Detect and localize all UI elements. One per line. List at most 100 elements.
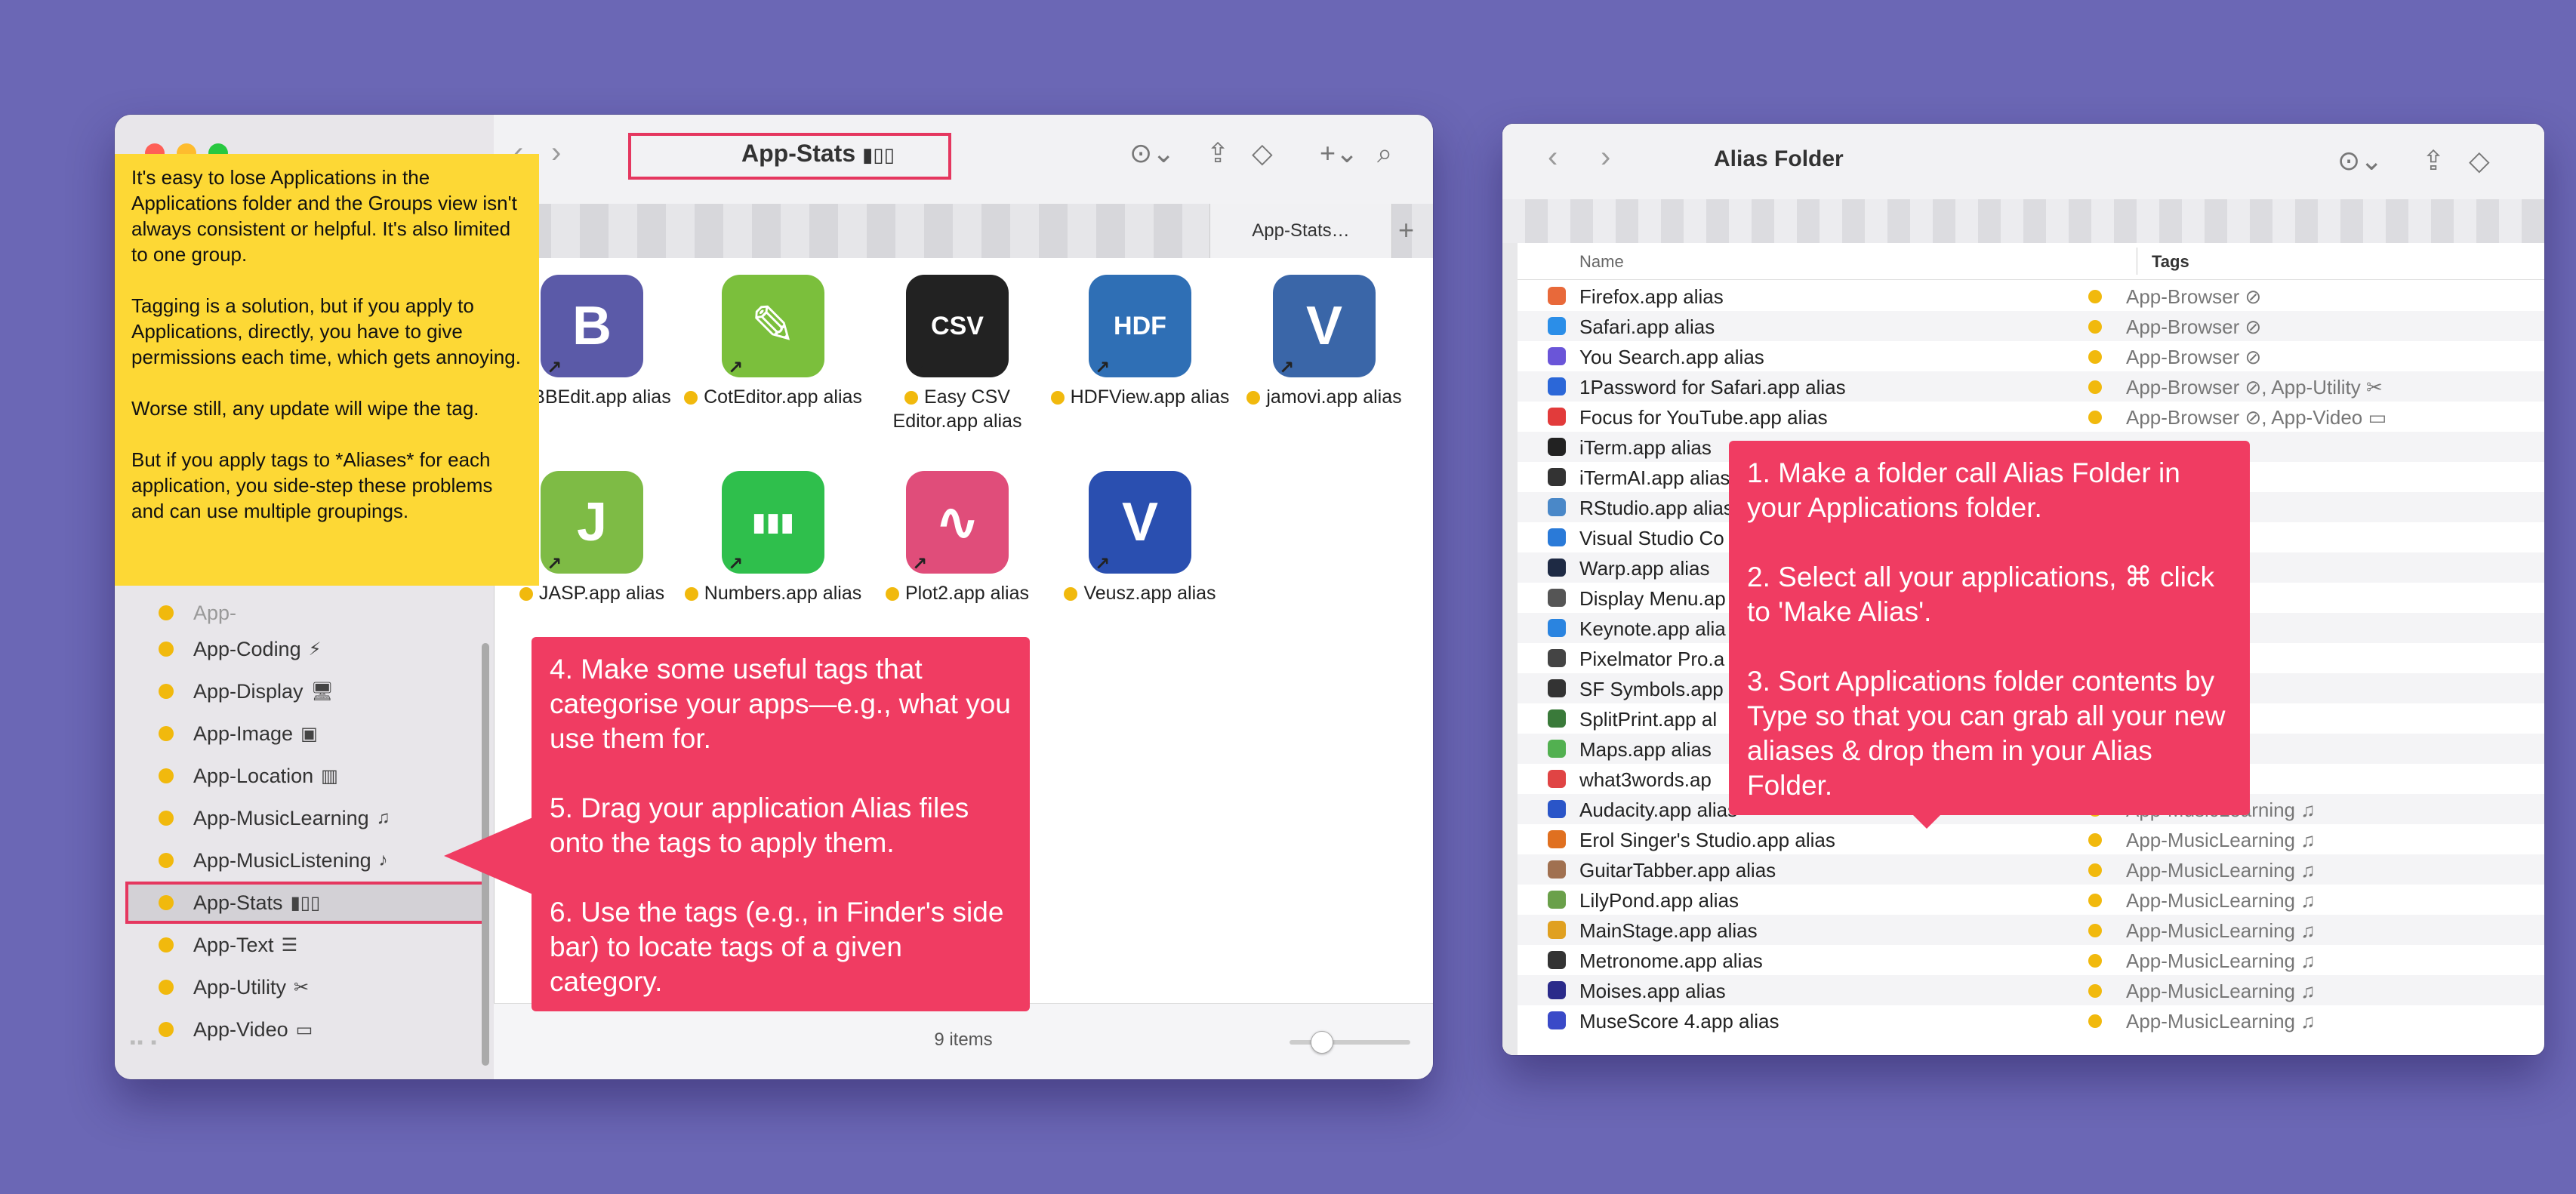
table-row[interactable]: Firefox.app alias App-Browser ⊘ <box>1518 281 2544 311</box>
app-icon <box>1548 408 1566 426</box>
file-name: GuitarTabber.app alias <box>1579 859 1776 882</box>
alias-arrow-icon: ↗ <box>1279 358 1295 378</box>
app-icon <box>1548 377 1566 395</box>
tag-color-dot <box>2088 350 2102 364</box>
file-name: Audacity.app alias <box>1579 799 1738 821</box>
tag-icon[interactable]: ◇ <box>1252 137 1273 169</box>
app-icon-glyph: ✎ <box>750 296 797 356</box>
tag-icon: ✂ <box>294 977 310 998</box>
file-name: what3words.ap <box>1579 768 1712 791</box>
app-icon-glyph: J <box>576 492 608 552</box>
app-icon: V ↗ <box>1089 471 1191 574</box>
tab-app-stats[interactable]: App-Stats… <box>1209 204 1392 258</box>
file-name: Visual Studio Co <box>1579 527 1724 549</box>
sidebar-item-app-musiclistening[interactable]: App-MusicListening ♪ <box>125 839 488 882</box>
table-row[interactable]: GuitarTabber.app alias App-MusicLearning … <box>1518 854 2544 885</box>
app-icon <box>1548 951 1566 969</box>
app-icon-glyph: B <box>572 296 612 356</box>
file-item[interactable]: ∿ ↗ Plot2.app alias <box>867 471 1048 605</box>
column-header-name[interactable]: Name <box>1579 252 1624 272</box>
table-row[interactable]: LilyPond.app alias App-MusicLearning ♫ <box>1518 885 2544 915</box>
forward-icon[interactable]: › <box>551 136 561 170</box>
sidebar-item-partial[interactable]: App- <box>125 598 488 628</box>
column-header-tags[interactable]: Tags <box>2152 252 2189 272</box>
file-name: Maps.app alias <box>1579 738 1712 761</box>
app-icon-glyph: ∿ <box>934 492 981 552</box>
tag-color-dot <box>2088 954 2102 968</box>
red-note-step: 2. Select all your applications, ⌘ click… <box>1747 562 2214 627</box>
sidebar-item-app-video[interactable]: App-Video ▭ <box>125 1008 488 1051</box>
file-item[interactable]: V ↗ Veusz.app alias <box>1049 471 1231 605</box>
sidebar-item-label: App-Video <box>193 1017 288 1041</box>
table-row[interactable]: MuseScore 4.app alias App-MusicLearning ♫ <box>1518 1005 2544 1036</box>
file-tags: App-Browser ⊘, App-Video ▭ <box>2126 406 2387 429</box>
sidebar-item-app-image[interactable]: App-Image ▣ <box>125 712 488 755</box>
app-icon <box>1548 830 1566 848</box>
table-row[interactable]: MainStage.app alias App-MusicLearning ♫ <box>1518 915 2544 945</box>
tag-color-dot <box>885 587 899 602</box>
yellow-note-para: It's easy to lose Applications in the Ap… <box>131 166 517 266</box>
sidebar-item-label: App-Location <box>193 764 314 787</box>
app-icon <box>1548 770 1566 788</box>
yellow-note: It's easy to lose Applications in the Ap… <box>115 154 539 586</box>
sidebar-item-app-text[interactable]: App-Text ☰ <box>125 924 488 966</box>
file-item[interactable]: HDF ↗ HDFView.app alias <box>1049 275 1231 409</box>
tag-icon: ▭ <box>295 1019 313 1040</box>
sidebar-item-label: App-Utility <box>193 975 287 999</box>
tag-color-dot <box>2088 863 2102 877</box>
table-row[interactable]: 1Password for Safari.app alias App-Browse… <box>1518 371 2544 402</box>
more-actions-icon[interactable]: ⊙⌄ <box>1129 137 1175 169</box>
file-name: Focus for YouTube.app alias <box>1579 406 1828 429</box>
app-icon: J ↗ <box>541 471 643 574</box>
file-name: RStudio.app alias <box>1579 497 1733 519</box>
file-item[interactable]: ▮▮▮ ↗ Numbers.app alias <box>683 471 864 605</box>
new-tab-button[interactable]: + <box>1398 214 1414 246</box>
sidebar-item-app-musiclearning[interactable]: App-MusicLearning ♫ <box>125 797 488 839</box>
table-row[interactable]: Moises.app alias App-MusicLearning ♫ <box>1518 975 2544 1005</box>
table-row[interactable]: Erol Singer's Studio.app alias App-MusicL… <box>1518 824 2544 854</box>
tag-color-dot <box>159 768 174 783</box>
sidebar-item-app-utility[interactable]: App-Utility ✂ <box>125 966 488 1008</box>
table-row[interactable]: Focus for YouTube.app alias App-Browser ⊘… <box>1518 402 2544 432</box>
sidebar-item-app-stats[interactable]: App-Stats ▮▯▯ <box>125 882 488 924</box>
app-icon: ▮▮▮ ↗ <box>722 471 824 574</box>
table-row[interactable]: Metronome.app alias App-MusicLearning ♫ <box>1518 945 2544 975</box>
file-name: Firefox.app alias <box>1579 285 1724 308</box>
file-name: Plot2.app alias <box>904 583 1029 604</box>
file-item[interactable]: ✎ ↗ CotEditor.app alias <box>683 275 864 409</box>
file-item[interactable]: CSV ↗ Easy CSV Editor.app alias <box>867 275 1048 433</box>
forward-icon[interactable]: › <box>1601 140 1610 174</box>
slider-knob[interactable] <box>1311 1031 1333 1054</box>
tag-color-dot <box>159 895 174 910</box>
table-row[interactable]: You Search.app alias App-Browser ⊘ <box>1518 341 2544 371</box>
app-icon-glyph: V <box>1121 492 1159 552</box>
file-tags: App-MusicLearning ♫ <box>2126 1010 2316 1032</box>
app-icon <box>1548 619 1566 637</box>
file-name: BBEdit.app alias <box>532 386 671 408</box>
alias-arrow-icon: ↗ <box>728 554 744 574</box>
tag-color-dot <box>159 726 174 741</box>
app-icon-glyph: ▮▮▮ <box>751 508 795 537</box>
sidebar-item-app-coding[interactable]: App-Coding ⚡ <box>125 628 488 670</box>
list-header: Name Tags <box>1518 243 2544 280</box>
new-item-icon[interactable]: +⌄ <box>1320 137 1358 169</box>
more-actions-icon[interactable]: ⊙⌄ <box>2337 145 2383 177</box>
file-tags: App-Browser ⊘ <box>2126 315 2262 338</box>
search-icon[interactable]: ⌕ <box>1377 137 1392 170</box>
yellow-note-para: But if you apply tags to *Aliases* for e… <box>131 448 493 522</box>
file-name: iTermAI.app alias <box>1579 466 1730 489</box>
tab-bar <box>1502 199 2544 243</box>
app-icon-glyph: HDF <box>1114 312 1166 340</box>
table-row[interactable]: Safari.app alias App-Browser ⊘ <box>1518 311 2544 341</box>
share-icon[interactable]: ⇪ <box>1206 137 1229 169</box>
file-name: MuseScore 4.app alias <box>1579 1010 1779 1032</box>
tag-icon[interactable]: ◇ <box>2469 145 2490 177</box>
share-icon[interactable]: ⇪ <box>2422 145 2445 177</box>
icon-size-slider[interactable] <box>1290 1031 1410 1054</box>
red-note-step: 6. Use the tags (e.g., in Finder's side … <box>550 897 1004 997</box>
sidebar-item-app-location[interactable]: App-Location ▥ <box>125 755 488 797</box>
sidebar-item-app-display[interactable]: App-Display 🖥 <box>125 670 488 712</box>
back-icon[interactable]: ‹ <box>1548 140 1558 174</box>
file-tags: App-MusicLearning ♫ <box>2126 829 2316 851</box>
file-item[interactable]: V ↗ jamovi.app alias <box>1234 275 1415 409</box>
